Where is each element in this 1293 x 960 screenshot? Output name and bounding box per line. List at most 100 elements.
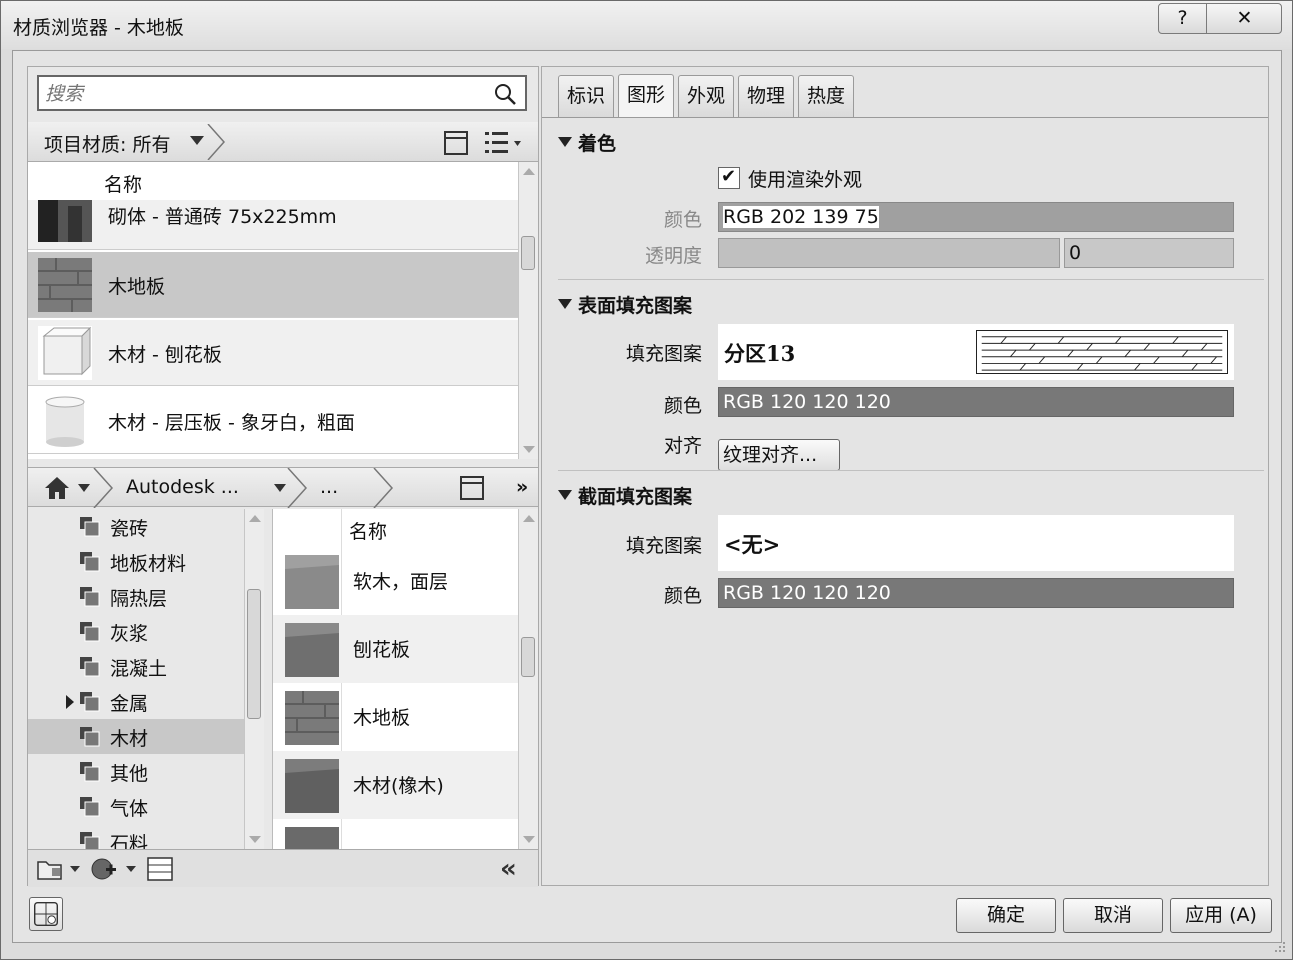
material-name: 木地板	[353, 707, 411, 729]
material-tools-icon[interactable]	[29, 897, 63, 931]
chevron-down-icon[interactable]	[70, 866, 80, 872]
search-icon[interactable]	[493, 82, 517, 106]
chevron-down-icon[interactable]	[78, 484, 90, 492]
use-render-appearance-checkbox[interactable]	[718, 166, 740, 189]
tab-identity[interactable]: 标识	[558, 75, 614, 117]
apply-button[interactable]: 应用 (A)	[1170, 898, 1272, 933]
collapse-triangle-icon[interactable]	[558, 490, 572, 500]
shading-color-field[interactable]: RGB 202 139 75	[718, 202, 1234, 232]
scrollbar-thumb[interactable]	[521, 236, 535, 270]
tree-item[interactable]: 其他	[28, 754, 244, 789]
section-title: 表面填充图案	[578, 295, 693, 317]
tree-item[interactable]: 石料	[28, 824, 244, 849]
list-item[interactable]: 刨花板	[273, 615, 518, 683]
cut-pattern-label: 填充图案	[625, 535, 702, 557]
category-icon	[80, 517, 100, 537]
title-buttons: ? ✕	[1158, 3, 1282, 34]
more-options-icon[interactable]: »	[516, 476, 528, 498]
expand-arrow-icon[interactable]	[66, 695, 74, 709]
library-toolbar: «	[28, 849, 538, 887]
collapse-triangle-icon[interactable]	[558, 137, 572, 147]
chevron-down-icon[interactable]	[126, 866, 136, 872]
category-icon	[80, 692, 100, 712]
breadcrumb-separator-icon	[207, 124, 226, 160]
library-breadcrumb[interactable]: Autodesk ...	[126, 476, 239, 498]
scroll-up-icon[interactable]	[249, 515, 261, 522]
toggle-library-tree-icon[interactable]	[460, 476, 484, 500]
list-item[interactable]: 软木，面层	[273, 547, 518, 615]
texture-align-button[interactable]: 纹理对齐...	[718, 439, 840, 471]
list-item[interactable]: 木材 - 层压板 - 象牙白，粗面	[28, 388, 518, 454]
tree-item[interactable]: 瓷砖	[28, 509, 244, 544]
list-item[interactable]: 砌体 - 普通砖 75x225mm	[28, 200, 518, 250]
search-box	[37, 75, 527, 111]
ok-button[interactable]: 确定	[956, 898, 1056, 933]
help-button[interactable]: ?	[1159, 4, 1207, 33]
tree-item[interactable]: 气体	[28, 789, 244, 824]
assets-scrollbar[interactable]	[518, 509, 538, 849]
materials-scrollbar[interactable]	[518, 162, 538, 459]
tree-item[interactable]: 混凝土	[28, 649, 244, 684]
asset-browser-icon[interactable]	[146, 856, 174, 882]
list-item[interactable]: 木地板	[28, 252, 518, 318]
list-item[interactable]: 木地板	[273, 683, 518, 751]
scroll-down-icon[interactable]	[249, 836, 261, 843]
surface-color-field[interactable]: RGB 120 120 120	[718, 387, 1234, 417]
library-materials-list: 名称 软木，面层 刨花板 木地板 木材(橡木)	[272, 509, 518, 849]
list-item[interactable]	[273, 819, 518, 849]
scroll-up-icon[interactable]	[523, 168, 535, 175]
tree-scrollbar[interactable]	[244, 509, 264, 849]
section-cut-pattern[interactable]: 截面填充图案	[558, 482, 692, 509]
tab-physical[interactable]: 物理	[738, 75, 794, 117]
material-thumbnail	[38, 200, 92, 242]
cut-pattern-field[interactable]: <无>	[718, 515, 1234, 571]
tab-graphics[interactable]: 图形	[618, 74, 674, 118]
section-surface-pattern[interactable]: 表面填充图案	[558, 291, 692, 318]
close-button[interactable]: ✕	[1207, 4, 1282, 33]
tab-thermal[interactable]: 热度	[798, 75, 854, 117]
tree-item[interactable]: 隔热层	[28, 579, 244, 614]
surface-color-label: 颜色	[663, 395, 702, 417]
dialog-client: 项目材质: 所有 名称	[12, 50, 1282, 943]
cancel-button[interactable]: 取消	[1063, 898, 1163, 933]
scroll-down-icon[interactable]	[523, 446, 535, 453]
cut-pattern-value: <无>	[724, 532, 781, 557]
surface-pattern-field[interactable]: 分区13	[718, 324, 1234, 380]
tree-item[interactable]: 木材	[28, 719, 244, 754]
project-materials-filter[interactable]: 项目材质: 所有	[44, 130, 170, 157]
resize-grip-icon[interactable]	[1272, 939, 1286, 953]
shading-color-value: RGB 202 139 75	[723, 206, 879, 228]
column-header-name[interactable]: 名称	[349, 517, 387, 544]
chevron-down-icon[interactable]	[190, 136, 204, 145]
material-thumbnail	[285, 555, 339, 609]
section-shading[interactable]: 着色	[558, 129, 616, 156]
transparency-input[interactable]: 0	[1064, 238, 1234, 268]
material-thumbnail	[38, 326, 92, 380]
list-item[interactable]: 木材 - 刨花板	[28, 320, 518, 386]
show-hide-library-icon[interactable]	[444, 131, 468, 155]
scroll-down-icon[interactable]	[523, 836, 535, 843]
view-options-icon[interactable]	[484, 130, 522, 156]
scroll-up-icon[interactable]	[523, 515, 535, 522]
collapse-triangle-icon[interactable]	[558, 299, 572, 309]
scrollbar-thumb[interactable]	[521, 637, 535, 677]
align-label: 对齐	[663, 435, 702, 457]
home-icon[interactable]	[44, 476, 70, 500]
manage-library-icon[interactable]	[36, 856, 64, 882]
material-thumbnail	[38, 258, 92, 312]
scrollbar-thumb[interactable]	[247, 589, 261, 719]
create-material-icon[interactable]	[90, 856, 118, 882]
collapse-icon[interactable]: «	[500, 854, 517, 884]
transparency-slider[interactable]	[718, 238, 1060, 268]
search-input[interactable]	[45, 81, 485, 107]
column-header-name[interactable]: 名称	[104, 170, 142, 197]
tree-item[interactable]: 金属	[28, 684, 244, 719]
list-item[interactable]: 木材(橡木)	[273, 751, 518, 819]
tree-item[interactable]: 地板材料	[28, 544, 244, 579]
tab-appearance[interactable]: 外观	[678, 75, 734, 117]
tree-item[interactable]: 灰浆	[28, 614, 244, 649]
breadcrumb-ellipsis[interactable]: ...	[320, 476, 338, 498]
chevron-down-icon[interactable]	[274, 484, 286, 492]
shading-color-label: 颜色	[663, 209, 702, 231]
cut-color-field[interactable]: RGB 120 120 120	[718, 578, 1234, 608]
